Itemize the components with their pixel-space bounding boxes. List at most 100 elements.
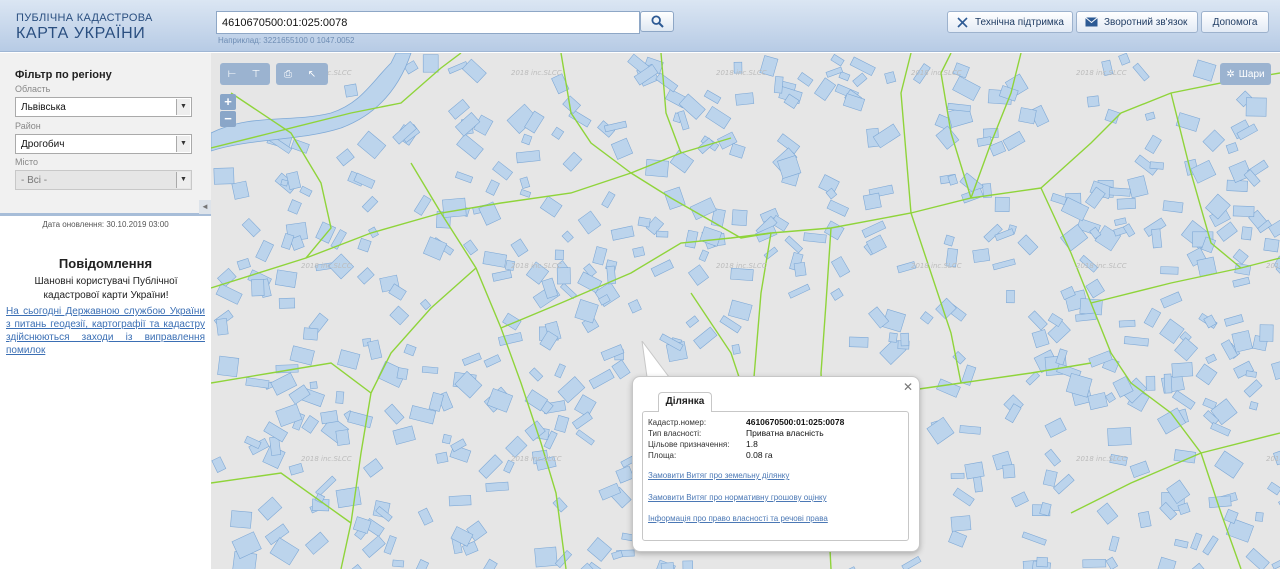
land-parcel[interactable] <box>731 209 748 226</box>
land-parcel[interactable] <box>849 56 876 77</box>
land-parcel[interactable] <box>669 149 695 174</box>
zoom-in-button[interactable]: + <box>220 94 236 110</box>
land-parcel[interactable] <box>383 535 397 555</box>
identify-icon[interactable]: ↖ <box>300 69 324 80</box>
land-parcel[interactable] <box>335 391 345 404</box>
land-parcel[interactable] <box>901 555 922 569</box>
land-parcel[interactable] <box>245 377 270 389</box>
land-parcel[interactable] <box>705 105 732 130</box>
land-parcel[interactable] <box>1245 547 1270 569</box>
land-parcel[interactable] <box>1271 358 1280 381</box>
land-parcel[interactable] <box>1127 175 1149 199</box>
land-parcel[interactable] <box>422 54 439 73</box>
land-parcel[interactable] <box>1042 469 1058 487</box>
land-parcel[interactable] <box>948 530 968 548</box>
land-parcel[interactable] <box>1231 330 1253 353</box>
support-button[interactable]: Технічна підтримка <box>947 11 1073 33</box>
land-parcel[interactable] <box>1216 221 1238 242</box>
land-parcel[interactable] <box>1223 314 1244 327</box>
land-parcel[interactable] <box>947 102 971 112</box>
land-parcel[interactable] <box>950 515 972 532</box>
land-parcel[interactable] <box>814 77 837 101</box>
land-parcel[interactable] <box>952 487 975 507</box>
order-land-extract-link[interactable]: Замовити Витяг про земельну ділянку <box>648 471 789 480</box>
land-parcel[interactable] <box>428 392 444 412</box>
land-parcel[interactable] <box>1108 535 1120 552</box>
land-parcel[interactable] <box>1108 187 1131 197</box>
land-parcel[interactable] <box>1163 373 1173 394</box>
land-parcel[interactable] <box>1052 473 1075 495</box>
print-icon[interactable]: ⎙ <box>276 69 300 80</box>
land-parcel[interactable] <box>552 497 568 513</box>
collapse-panel-button[interactable]: ◄ <box>199 200 211 214</box>
land-parcel[interactable] <box>1118 53 1131 66</box>
land-parcel[interactable] <box>943 234 955 247</box>
land-parcel[interactable] <box>1107 427 1132 447</box>
land-parcel[interactable] <box>554 363 566 379</box>
land-parcel[interactable] <box>357 237 372 253</box>
land-parcel[interactable] <box>703 89 722 105</box>
land-parcel[interactable] <box>731 343 741 355</box>
oblast-select[interactable]: Львівська ▼ <box>15 97 192 117</box>
land-parcel[interactable] <box>793 261 807 277</box>
land-parcel[interactable] <box>1143 307 1162 328</box>
land-parcel[interactable] <box>299 185 313 197</box>
search-button[interactable] <box>640 11 674 32</box>
land-parcel[interactable] <box>1137 511 1152 529</box>
land-parcel[interactable] <box>417 507 434 526</box>
land-parcel[interactable] <box>660 562 676 569</box>
land-parcel[interactable] <box>528 367 544 382</box>
land-parcel[interactable] <box>610 137 634 160</box>
land-parcel[interactable] <box>288 462 304 476</box>
land-parcel[interactable] <box>1105 556 1119 569</box>
land-parcel[interactable] <box>1255 511 1264 522</box>
land-parcel[interactable] <box>236 257 251 271</box>
notice-link[interactable]: На сьогодні Державною службою України з … <box>6 305 205 357</box>
land-parcel[interactable] <box>1162 200 1184 213</box>
land-parcel[interactable] <box>852 72 868 88</box>
land-parcel[interactable] <box>1085 278 1105 299</box>
land-parcel[interactable] <box>1123 336 1149 347</box>
land-parcel[interactable] <box>830 53 845 67</box>
land-parcel[interactable] <box>601 191 616 209</box>
land-parcel[interactable] <box>1192 59 1217 82</box>
land-parcel[interactable] <box>1160 266 1179 275</box>
land-parcel[interactable] <box>588 368 615 390</box>
land-parcel[interactable] <box>1145 375 1156 391</box>
land-parcel[interactable] <box>335 486 362 509</box>
land-parcel[interactable] <box>483 354 502 368</box>
land-parcel[interactable] <box>441 433 452 445</box>
land-parcel[interactable] <box>1105 392 1116 404</box>
land-parcel[interactable] <box>539 195 563 218</box>
land-parcel[interactable] <box>1044 448 1062 467</box>
land-parcel[interactable] <box>1214 450 1244 479</box>
land-parcel[interactable] <box>421 366 439 374</box>
cadastral-search-input[interactable] <box>216 11 640 34</box>
land-parcel[interactable] <box>992 258 1016 271</box>
feedback-button[interactable]: Зворотний зв'язок <box>1076 11 1198 33</box>
land-parcel[interactable] <box>610 225 635 241</box>
land-parcel[interactable] <box>627 299 642 314</box>
land-parcel[interactable] <box>972 248 991 263</box>
land-parcel[interactable] <box>698 249 710 262</box>
land-parcel[interactable] <box>551 126 565 140</box>
land-parcel[interactable] <box>888 332 898 343</box>
land-parcel[interactable] <box>788 283 811 299</box>
land-parcel[interactable] <box>456 133 484 160</box>
land-parcel[interactable] <box>353 172 376 189</box>
land-parcel[interactable] <box>1205 353 1217 365</box>
land-parcel[interactable] <box>1190 532 1203 551</box>
land-parcel[interactable] <box>519 188 532 198</box>
land-parcel[interactable] <box>952 75 981 102</box>
land-parcel[interactable] <box>650 259 674 277</box>
land-parcel[interactable] <box>315 475 337 497</box>
land-parcel[interactable] <box>577 271 603 294</box>
land-parcel[interactable] <box>603 120 628 133</box>
land-parcel[interactable] <box>1156 556 1177 569</box>
land-parcel[interactable] <box>502 312 522 331</box>
land-parcel[interactable] <box>1036 556 1049 568</box>
land-parcel[interactable] <box>485 179 500 196</box>
land-parcel[interactable] <box>862 192 882 211</box>
land-parcel[interactable] <box>729 143 746 159</box>
land-parcel[interactable] <box>1271 558 1280 569</box>
